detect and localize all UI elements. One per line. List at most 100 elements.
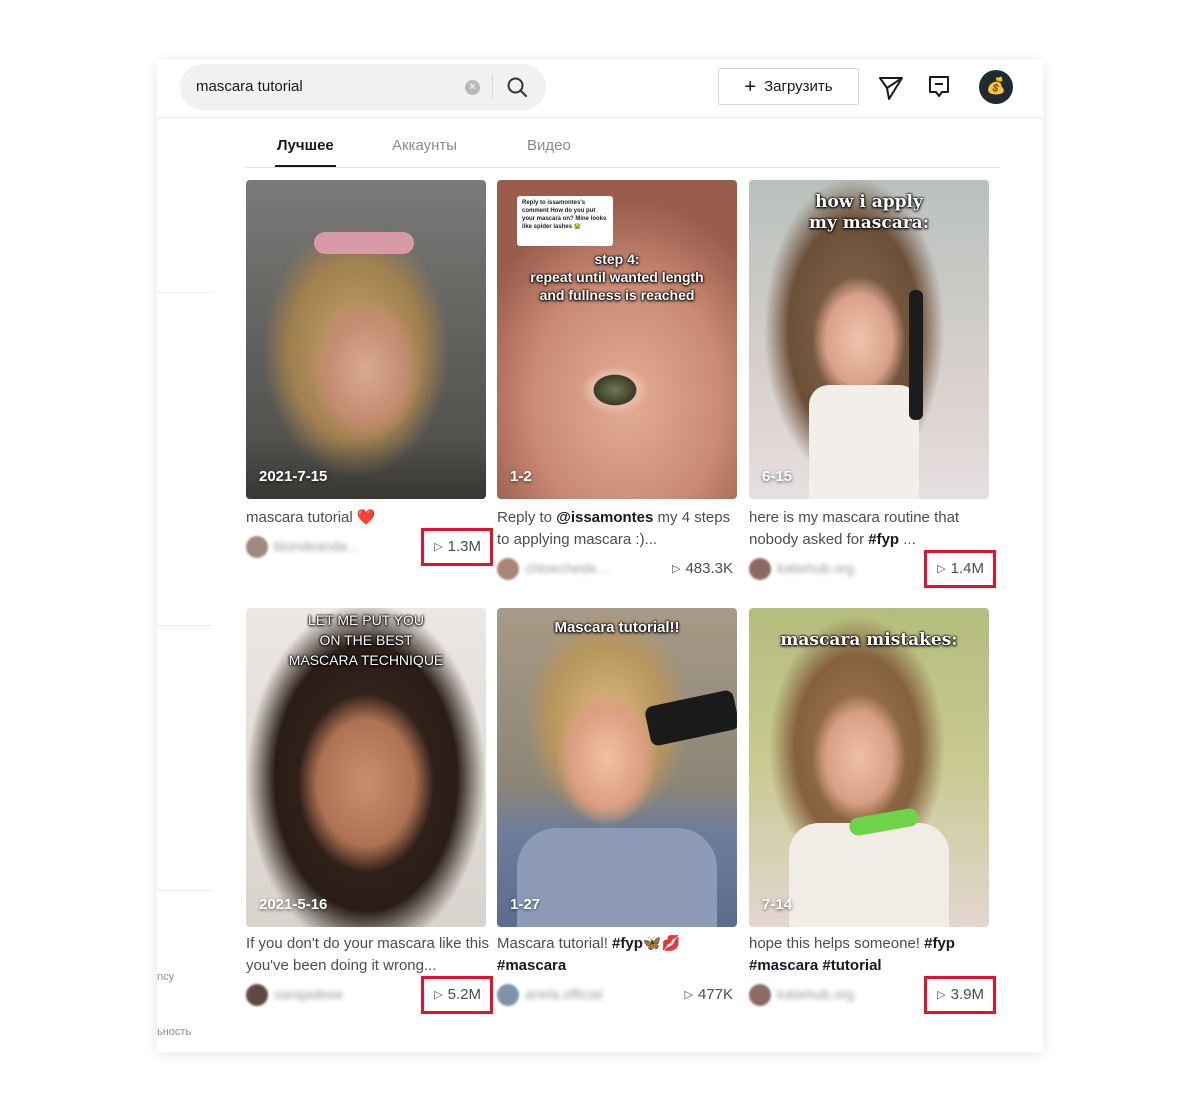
video-date: 7-14 <box>762 896 793 913</box>
plus-icon: + <box>744 76 757 98</box>
mascara-tube <box>643 689 737 747</box>
video-author[interactable]: katiehub.org ▷ 3.9M <box>749 976 996 1014</box>
video-thumbnail[interactable]: Reply to issamontes's comment How do you… <box>497 180 737 499</box>
hashtag-link[interactable]: #mascara <box>497 957 566 974</box>
author-name[interactable]: sarajadeee <box>274 986 343 1002</box>
video-card[interactable]: 2021-7-15 mascara tutorial ❤️ blondeanda… <box>246 180 493 580</box>
author-name[interactable]: katiehub.org <box>777 986 854 1002</box>
video-description[interactable]: Mascara tutorial! #fyp🦋💋 #mascara <box>497 933 743 977</box>
view-count: 5.2M <box>447 986 481 1003</box>
sweatshirt <box>517 828 717 927</box>
description-text: Reply to <box>497 509 557 526</box>
view-count: 1.3M <box>447 538 481 555</box>
video-thumbnail[interactable]: mascara mistakes: 7-14 <box>749 608 989 927</box>
video-overlay-text: LET ME PUT YOU ON THE BEST MASCARA TECHN… <box>288 612 444 668</box>
tab-accounts[interactable]: Аккаунты <box>392 137 457 154</box>
video-card[interactable]: how i apply my mascara: 6-15 here is my … <box>749 180 996 600</box>
clear-circle-icon[interactable]: × <box>465 80 480 95</box>
play-icon: ▷ <box>684 989 693 1001</box>
search-results-window: × + Загрузить 💰 ncy ьность Лучшее Аккаунт… <box>157 60 1043 1052</box>
video-thumbnail[interactable]: 2021-7-15 <box>246 180 486 499</box>
tab-videos[interactable]: Видео <box>527 137 571 154</box>
sidebar-footer-link[interactable]: ncy <box>157 971 174 983</box>
author-avatar[interactable] <box>497 558 519 580</box>
comment-reply-bubble: Reply to issamontes's comment How do you… <box>517 196 613 246</box>
video-author[interactable]: blondeanda... ▷ 1.3M <box>246 528 493 566</box>
video-author[interactable]: katiehub.org ▷ 1.4M <box>749 550 996 588</box>
mention-link[interactable]: @issamontes <box>556 509 653 526</box>
hashtag-link[interactable]: #mascara <box>749 957 818 974</box>
video-description[interactable]: hope this helps someone! #fyp #mascara #t… <box>749 933 995 977</box>
video-author[interactable]: ariela.official ▷ 477K <box>497 982 737 1008</box>
video-card[interactable]: LET ME PUT YOU ON THE BEST MASCARA TECHN… <box>246 608 493 1018</box>
tab-top[interactable]: Лучшее <box>277 137 334 154</box>
top-bar: × + Загрузить 💰 <box>157 60 1043 118</box>
video-overlay-text: Mascara tutorial!! <box>554 619 680 636</box>
magnifier-icon[interactable] <box>505 75 529 99</box>
view-count-highlighted: ▷ 3.9M <box>924 976 996 1014</box>
send-icon[interactable] <box>878 75 904 101</box>
results-tabs: Лучшее Аккаунты Видео <box>245 118 1000 168</box>
video-date: 1-2 <box>510 468 532 485</box>
sidebar-footer-link[interactable]: ьность <box>157 1026 191 1038</box>
view-count: 483.3K <box>685 560 733 577</box>
author-avatar[interactable] <box>497 984 519 1006</box>
upload-button[interactable]: + Загрузить <box>718 68 859 105</box>
mascara-wand <box>909 290 923 420</box>
search-input[interactable] <box>196 64 466 110</box>
active-tab-indicator <box>275 165 336 167</box>
author-avatar[interactable] <box>246 536 268 558</box>
video-author[interactable]: sarajadeee ▷ 5.2M <box>246 976 493 1014</box>
author-name[interactable]: chloechede... <box>525 560 608 576</box>
play-icon: ▷ <box>937 989 946 1001</box>
author-name[interactable]: blondeanda... <box>274 538 359 554</box>
search-divider <box>492 74 493 100</box>
hashtag-link[interactable]: #fyp <box>868 531 899 548</box>
video-description[interactable]: here is my mascara routine that nobody a… <box>749 507 995 551</box>
video-card[interactable]: mascara mistakes: 7-14 hope this helps s… <box>749 608 996 1018</box>
description-text: Mascara tutorial! <box>497 935 613 952</box>
author-avatar[interactable] <box>246 984 268 1006</box>
sidebar-divider <box>157 890 213 891</box>
video-description[interactable]: Reply to @issamontes my 4 steps to apply… <box>497 507 743 551</box>
video-thumbnail[interactable]: LET ME PUT YOU ON THE BEST MASCARA TECHN… <box>246 608 486 927</box>
author-name[interactable]: ariela.official <box>525 986 603 1002</box>
view-count-highlighted: ▷ 1.4M <box>924 550 996 588</box>
view-count: 3.9M <box>950 986 984 1003</box>
sidebar-divider <box>157 292 213 293</box>
view-count: 477K <box>697 986 733 1003</box>
avatar[interactable]: 💰 <box>979 70 1013 104</box>
video-description[interactable]: mascara tutorial ❤️ <box>246 507 492 529</box>
video-date: 6-15 <box>762 468 793 485</box>
video-author[interactable]: chloechede... ▷ 483.3K <box>497 556 737 582</box>
description-text: If you don't do your mascara like this y… <box>246 935 489 974</box>
video-description[interactable]: If you don't do your mascara like this y… <box>246 933 492 977</box>
inbox-icon[interactable] <box>927 74 951 100</box>
hashtag-link[interactable]: #fyp <box>924 935 955 952</box>
play-icon: ▷ <box>671 563 681 575</box>
description-text: 🦋💋 <box>642 935 681 952</box>
shirt <box>789 823 949 927</box>
author-avatar[interactable] <box>749 558 771 580</box>
upload-label: Загрузить <box>764 78 833 95</box>
author-name[interactable]: katiehub.org <box>777 560 854 576</box>
author-avatar[interactable] <box>749 984 771 1006</box>
video-card[interactable]: Reply to issamontes's comment How do you… <box>497 180 737 600</box>
view-count: 1.4M <box>950 560 984 577</box>
hashtag-link[interactable]: #fyp <box>612 935 643 952</box>
video-card[interactable]: Mascara tutorial!! 1-27 Mascara tutorial… <box>497 608 737 1018</box>
play-icon: ▷ <box>937 563 946 575</box>
sidebar-divider <box>157 625 213 626</box>
video-date: 1-27 <box>510 896 541 913</box>
view-count-highlighted: ▷ 5.2M <box>421 976 493 1014</box>
video-thumbnail[interactable]: Mascara tutorial!! 1-27 <box>497 608 737 927</box>
view-count-container: ▷ 477K <box>684 983 737 1007</box>
headband <box>314 232 414 254</box>
video-date: 2021-5-16 <box>259 896 328 913</box>
video-overlay-text: how i apply my mascara: <box>809 192 929 233</box>
description-text: ... <box>899 531 916 548</box>
hashtag-link[interactable]: #tutorial <box>822 957 881 974</box>
shirt <box>809 385 919 499</box>
description-text: mascara tutorial ❤️ <box>246 509 376 526</box>
video-thumbnail[interactable]: how i apply my mascara: 6-15 <box>749 180 989 499</box>
